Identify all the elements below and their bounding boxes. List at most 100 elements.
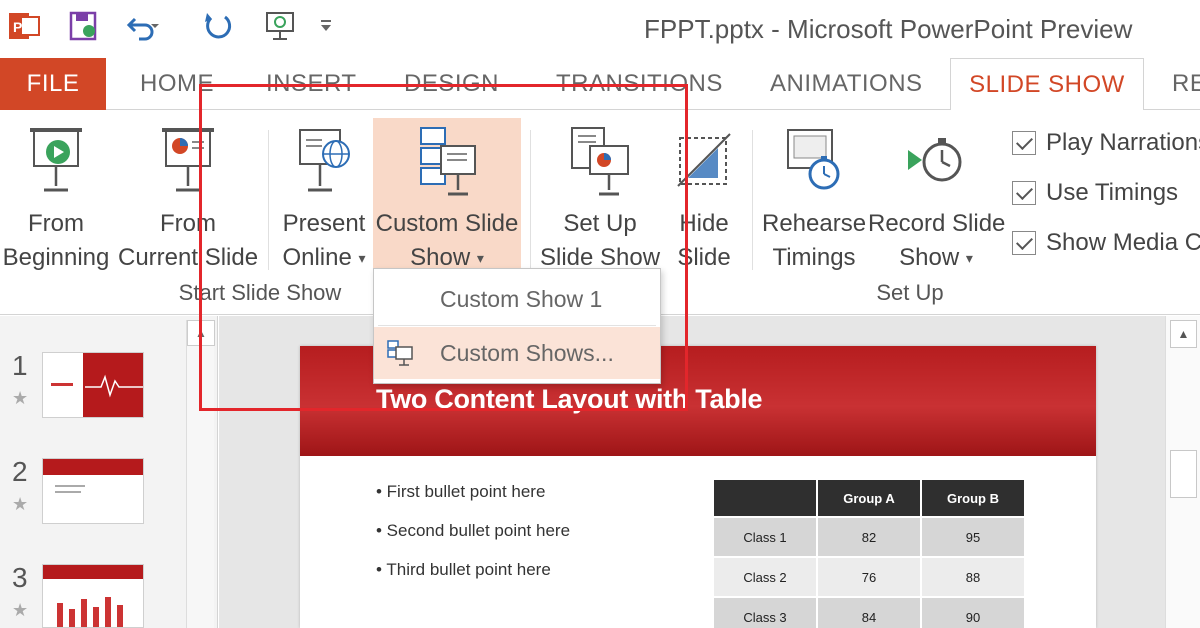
- chevron-down-icon: ▾: [476, 250, 484, 267]
- thumbnail-number: 3: [12, 562, 28, 593]
- play-narrations-label: Play Narrations: [1046, 129, 1200, 156]
- use-timings-checkbox[interactable]: Use Timings: [1012, 176, 1178, 210]
- hide-slide-button[interactable]: Hide Slide: [666, 118, 742, 278]
- custom-slide-show-icon: [420, 127, 476, 196]
- star-icon: ★: [12, 600, 29, 620]
- table-header-cell[interactable]: [712, 478, 818, 518]
- group-label-start-slide-show: Start Slide Show: [178, 280, 342, 305]
- ribbon-separator: [752, 130, 753, 270]
- powerpoint-logo-icon[interactable]: P: [6, 8, 42, 44]
- menu-divider: [378, 325, 656, 326]
- chevron-down-icon: ▾: [358, 250, 366, 267]
- show-media-controls-label: Show Media C: [1046, 229, 1200, 256]
- vertical-scrollbar[interactable]: ▲: [1165, 316, 1200, 628]
- tab-home[interactable]: HOME: [140, 58, 214, 110]
- tab-animations[interactable]: ANIMATIONS: [770, 58, 922, 110]
- set-up-slide-show-label-1: Set Up: [563, 210, 637, 237]
- star-icon: ★: [12, 388, 29, 408]
- tab-insert[interactable]: INSERT: [266, 58, 356, 110]
- heartbeat-icon: [85, 374, 143, 398]
- thumbnail-header-bar: [43, 459, 143, 475]
- tab-design[interactable]: DESIGN: [404, 58, 499, 110]
- tab-slide-show[interactable]: SLIDE SHOW: [950, 58, 1144, 111]
- table-row: Class 1 82 95: [712, 516, 1026, 558]
- scrollbar-thumb[interactable]: [1170, 450, 1197, 498]
- save-icon[interactable]: [66, 8, 102, 44]
- table-header-cell[interactable]: Group A: [816, 478, 922, 518]
- rehearse-timings-button[interactable]: Rehearse Timings: [762, 118, 866, 278]
- start-slideshow-icon[interactable]: [262, 8, 298, 44]
- ribbon-tabs: FILE HOME INSERT DESIGN TRANSITIONS ANIM…: [0, 58, 1200, 111]
- from-beginning-button[interactable]: From Beginning: [2, 118, 110, 278]
- slide-title[interactable]: Two Content Layout with Table: [376, 384, 763, 415]
- tab-review[interactable]: RE: [1172, 58, 1200, 110]
- record-slide-show-icon: [908, 138, 962, 182]
- undo-icon[interactable]: [124, 8, 160, 44]
- current-slide[interactable]: Two Content Layout with Table • First bu…: [300, 346, 1096, 628]
- scroll-up-icon[interactable]: ▲: [1170, 320, 1197, 348]
- thumbnail-number: 1: [12, 350, 28, 381]
- slide-thumbnail-1[interactable]: [42, 352, 144, 418]
- bar-chart-icon: [57, 597, 123, 627]
- thumbnail-header-bar: [43, 565, 143, 579]
- rehearse-timings-label-1: Rehearse: [762, 210, 867, 237]
- window-title: FPPT.pptx - Microsoft PowerPoint Preview: [644, 14, 1133, 44]
- customize-qat-icon[interactable]: [308, 8, 344, 44]
- custom-slide-show-button[interactable]: Custom Slide Show ▾: [373, 118, 521, 276]
- checkbox-checked-icon[interactable]: [1012, 181, 1036, 205]
- table-cell[interactable]: 84: [816, 596, 922, 628]
- scroll-up-icon[interactable]: ▲: [187, 320, 215, 346]
- slide-table[interactable]: Group A Group B Class 1 82 95 Class 2 76…: [712, 478, 1026, 628]
- ribbon-separator: [530, 130, 531, 270]
- table-cell[interactable]: Class 2: [712, 556, 818, 598]
- table-cell[interactable]: 82: [816, 516, 922, 558]
- title-bar: P FPPT.pptx - Microsoft PowerPoint Previ…: [0, 0, 1200, 58]
- custom-slide-show-label-1: Custom Slide: [375, 210, 519, 237]
- bullet-point[interactable]: • Second bullet point here: [376, 521, 570, 541]
- hide-slide-label-1: Hide: [679, 210, 729, 237]
- hide-slide-icon: [677, 133, 731, 187]
- from-current-slide-button[interactable]: From Current Slide: [118, 118, 258, 278]
- record-slide-show-button[interactable]: Record Slide Show ▾: [868, 118, 1005, 278]
- thumbnails-scrollbar[interactable]: ▲: [186, 320, 215, 628]
- table-row: Class 3 84 90: [712, 596, 1026, 628]
- slide-thumbnail-2[interactable]: [42, 458, 144, 524]
- rehearse-timings-icon: [787, 129, 840, 190]
- present-online-label-1: Present: [282, 210, 366, 237]
- show-media-controls-checkbox[interactable]: Show Media C: [1012, 226, 1200, 260]
- set-up-slide-show-button[interactable]: Set Up Slide Show: [540, 118, 660, 278]
- table-row: Class 2 76 88: [712, 556, 1026, 598]
- play-narrations-checkbox[interactable]: Play Narrations: [1012, 126, 1200, 160]
- table-cell[interactable]: Class 1: [712, 516, 818, 558]
- from-current-slide-label-1: From: [160, 210, 216, 237]
- menu-item-custom-shows-label: Custom Shows...: [440, 339, 614, 366]
- bullet-point[interactable]: • Third bullet point here: [376, 560, 551, 580]
- from-beginning-icon: [30, 128, 82, 192]
- tab-file[interactable]: FILE: [0, 58, 106, 110]
- table-cell[interactable]: 90: [920, 596, 1026, 628]
- table-cell[interactable]: 76: [816, 556, 922, 598]
- table-cell[interactable]: Class 3: [712, 596, 818, 628]
- checkbox-checked-icon[interactable]: [1012, 131, 1036, 155]
- menu-item-custom-show-1[interactable]: Custom Show 1: [374, 273, 660, 325]
- thumbnail-number: 2: [12, 456, 28, 487]
- table-cell[interactable]: 95: [920, 516, 1026, 558]
- thumbnail-title-line: [51, 383, 73, 386]
- from-beginning-label-2: Beginning: [2, 244, 110, 271]
- redo-icon[interactable]: [200, 8, 236, 44]
- custom-shows-icon: [387, 340, 413, 366]
- star-icon: ★: [12, 494, 29, 514]
- menu-item-custom-shows[interactable]: Custom Shows...: [374, 327, 660, 379]
- table-cell[interactable]: 88: [920, 556, 1026, 598]
- table-header-row: Group A Group B: [712, 478, 1026, 518]
- present-online-button[interactable]: Present Online ▾: [278, 118, 370, 278]
- checkbox-checked-icon[interactable]: [1012, 231, 1036, 255]
- chevron-down-icon: ▾: [965, 250, 973, 267]
- svg-text:P: P: [13, 19, 22, 35]
- table-header-cell[interactable]: Group B: [920, 478, 1026, 518]
- slide-thumbnail-3[interactable]: [42, 564, 144, 628]
- tab-transitions[interactable]: TRANSITIONS: [556, 58, 722, 110]
- present-online-icon: [299, 129, 350, 192]
- from-current-slide-label-2: Current Slide: [118, 244, 259, 271]
- bullet-point[interactable]: • First bullet point here: [376, 482, 545, 502]
